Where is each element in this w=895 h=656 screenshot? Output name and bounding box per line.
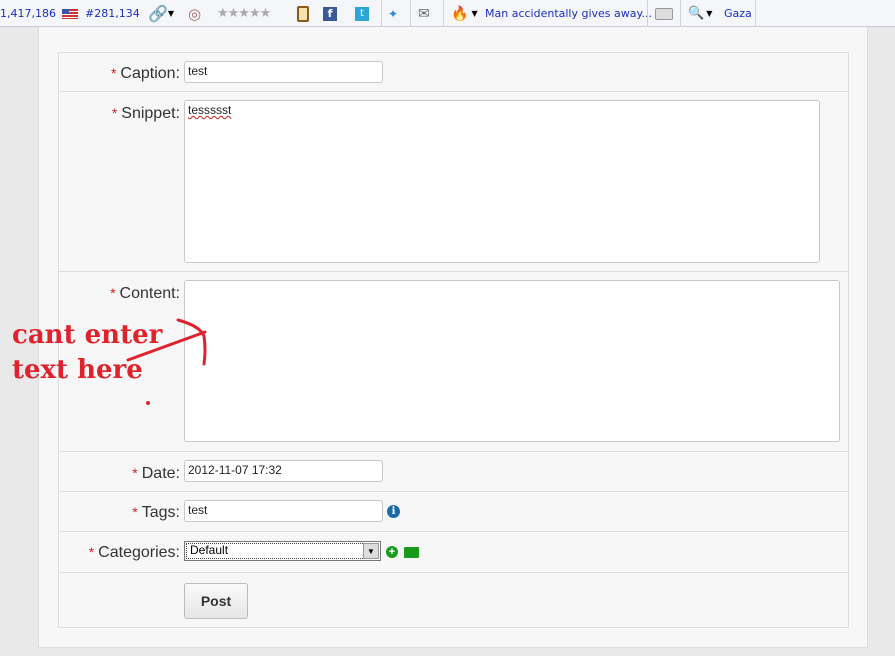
annotation-arrow bbox=[126, 318, 207, 405]
